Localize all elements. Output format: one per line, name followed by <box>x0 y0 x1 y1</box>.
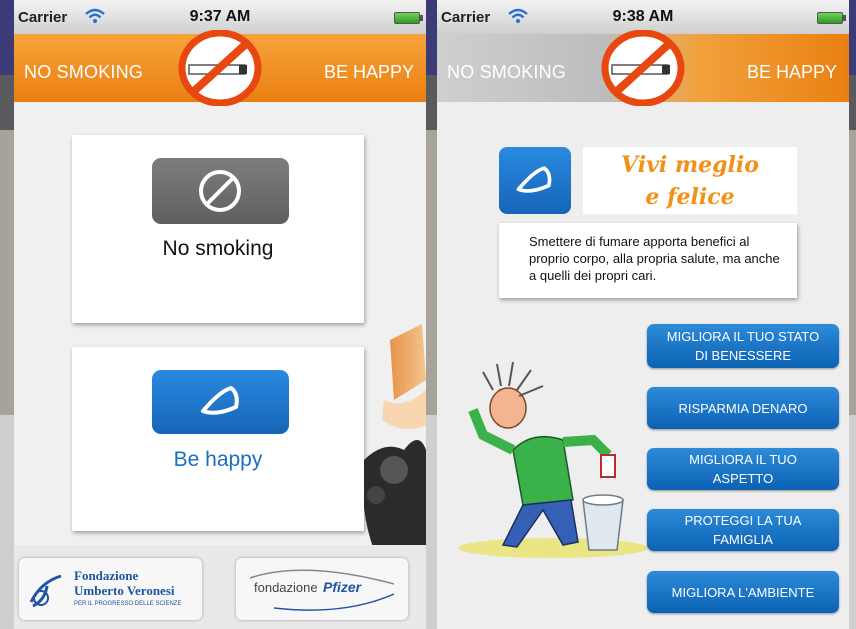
pfizer-brand: Pfizer <box>323 579 362 595</box>
be-happy-tile <box>499 147 571 214</box>
banner-line1: Vivi meglio <box>621 152 759 178</box>
be-happy-tile <box>152 370 289 434</box>
cartoon-man-illustration <box>458 361 648 558</box>
smile-icon <box>201 386 239 415</box>
menu-button-label: FAMIGLIA <box>713 532 773 547</box>
be-happy-card[interactable]: Be happy <box>72 347 364 531</box>
menu-button-label: PROTEGGI LA TUA <box>684 513 802 528</box>
menu-button-label: DI BENESSERE <box>694 348 792 363</box>
tab-no-smoking[interactable]: NO SMOKING <box>24 62 143 83</box>
menu-button-benessere[interactable]: MIGLIORA IL TUO STATO DI BENESSERE <box>647 324 839 368</box>
sponsor-footer: Fondazione Umberto Veronesi PER IL PROGR… <box>14 545 426 629</box>
tab-be-happy[interactable]: BE HAPPY <box>324 62 414 83</box>
app-header: NO SMOKING BE HAPPY <box>437 30 849 106</box>
status-time: 9:38 AM <box>612 8 674 25</box>
menu-button-famiglia[interactable]: PROTEGGI LA TUA FAMIGLIA <box>647 509 839 551</box>
veronesi-logo-icon <box>29 574 62 608</box>
no-smoking-icon <box>178 30 262 106</box>
sponsor-pfizer[interactable]: fondazione Pfizer <box>236 558 408 620</box>
menu-button-label: MIGLIORA IL TUO STATO <box>666 329 820 344</box>
menu-button-label: MIGLIORA L'AMBIENTE <box>671 584 815 600</box>
prohibited-icon <box>199 170 241 212</box>
phone-screen-home: Carrier 9:37 AM NO SMOKING BE HAPPY No s… <box>14 0 426 629</box>
phone-screen-be-happy: Carrier 9:38 AM NO SMOKING BE HAPPY Vivi… <box>437 0 849 629</box>
cigarette-ash-graphic <box>364 324 426 550</box>
menu-button-ambiente[interactable]: MIGLIORA L'AMBIENTE <box>647 571 839 613</box>
menu-button-risparmia[interactable]: RISPARMIA DENARO <box>647 387 839 429</box>
veronesi-line3: PER IL PROGRESSO DELLE SCIENZE <box>74 601 182 607</box>
tab-no-smoking[interactable]: NO SMOKING <box>447 62 566 83</box>
tab-be-happy[interactable]: BE HAPPY <box>747 62 837 83</box>
be-happy-label: Be happy <box>173 448 263 471</box>
banner-line2: e felice <box>645 184 735 210</box>
menu-button-label: ASPETTO <box>712 471 774 486</box>
info-text: Smettere di fumare apporta benefici al p… <box>529 234 780 283</box>
app-header: NO SMOKING BE HAPPY <box>14 30 426 106</box>
battery-icon <box>394 12 423 24</box>
menu-button-label: MIGLIORA IL TUO <box>689 452 797 467</box>
no-smoking-tile <box>152 158 289 224</box>
no-smoking-icon <box>601 30 685 106</box>
veronesi-line2: Umberto Veronesi <box>74 583 175 598</box>
menu-button-aspetto[interactable]: MIGLIORA IL TUO ASPETTO <box>647 448 839 490</box>
veronesi-line1: Fondazione <box>74 568 139 583</box>
sponsor-veronesi[interactable]: Fondazione Umberto Veronesi PER IL PROGR… <box>19 558 202 620</box>
no-smoking-label: No smoking <box>162 237 274 260</box>
no-smoking-card[interactable]: No smoking <box>72 135 364 323</box>
pfizer-prefix: fondazione <box>254 580 318 595</box>
vivi-meglio-banner: Vivi meglio e felice <box>583 147 797 214</box>
menu-button-label: RISPARMIA DENARO <box>678 400 808 416</box>
battery-icon <box>817 12 846 24</box>
smile-icon <box>516 166 552 193</box>
info-box: Smettere di fumare apporta benefici al p… <box>499 223 797 298</box>
status-time: 9:37 AM <box>189 8 251 25</box>
